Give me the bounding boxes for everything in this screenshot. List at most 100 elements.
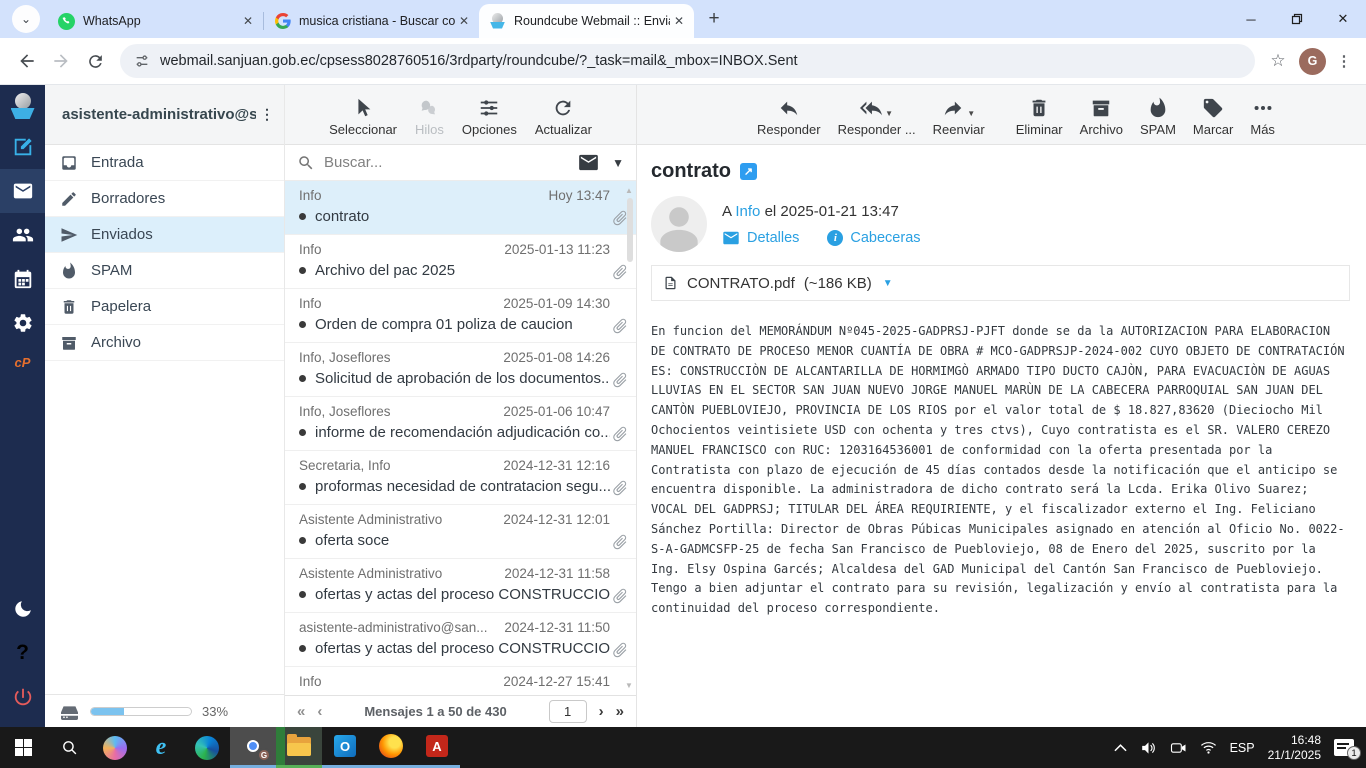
meet-now-icon[interactable] [1170, 741, 1187, 755]
url-field[interactable]: webmail.sanjuan.gob.ec/cpsess8028760516/… [120, 44, 1255, 78]
close-icon[interactable]: ✕ [239, 12, 257, 30]
help-button[interactable]: ? [0, 631, 45, 675]
message-row[interactable]: Info2024-12-27 15:41 [285, 667, 636, 695]
rail-settings-button[interactable] [0, 301, 45, 345]
tab-whatsapp[interactable]: WhatsApp ✕ [48, 4, 263, 38]
scroll-down-icon[interactable]: ▼ [625, 681, 633, 690]
acrobat-button[interactable]: A [414, 727, 460, 768]
headers-link[interactable]: i Cabeceras [827, 230, 920, 246]
message-row[interactable]: asistente-administrativo@san...2024-12-3… [285, 613, 636, 667]
refresh-button[interactable] [78, 44, 112, 78]
dark-mode-button[interactable] [0, 587, 45, 631]
reply-button[interactable]: Responder [749, 97, 829, 137]
select-button[interactable]: Seleccionar [321, 97, 405, 137]
taskbar-search-button[interactable] [46, 727, 92, 768]
cpanel-logo[interactable]: cP [15, 345, 31, 379]
sidebar-item-entrada[interactable]: Entrada [45, 145, 284, 181]
first-page-icon[interactable]: « [297, 703, 305, 720]
dropdown-caret-icon[interactable]: ▼ [967, 109, 975, 118]
notification-center-button[interactable]: 1 [1334, 739, 1354, 756]
refresh-list-button[interactable]: Actualizar [527, 97, 600, 137]
browser-menu-icon[interactable]: ⋮ [1332, 52, 1356, 70]
new-tab-button[interactable]: + [700, 5, 728, 33]
firefox-button[interactable] [368, 727, 414, 768]
delete-label: Eliminar [1016, 122, 1063, 137]
tab-search-button[interactable]: ⌄ [12, 5, 40, 33]
sidebar-item-archivo[interactable]: Archivo [45, 325, 284, 361]
last-page-icon[interactable]: » [616, 703, 624, 720]
select-label: Seleccionar [329, 122, 397, 137]
message-row[interactable]: Info, Joseflores2025-01-06 10:47 informe… [285, 397, 636, 451]
archive-button[interactable]: Archivo [1072, 97, 1131, 137]
logout-button[interactable] [0, 675, 45, 719]
whatsapp-icon [58, 13, 75, 30]
file-explorer-button[interactable] [276, 727, 322, 768]
language-indicator[interactable]: ESP [1230, 741, 1255, 755]
volume-icon[interactable] [1140, 741, 1157, 755]
delete-button[interactable]: Eliminar [1008, 97, 1071, 137]
close-icon[interactable]: ✕ [670, 12, 688, 30]
close-window-button[interactable]: ✕ [1320, 0, 1366, 38]
spam-button[interactable]: SPAM [1132, 97, 1184, 137]
message-row[interactable]: InfoHoy 13:47 contrato [285, 181, 636, 235]
message-row[interactable]: Info2025-01-13 11:23 Archivo del pac 202… [285, 235, 636, 289]
page-number-input[interactable] [549, 700, 587, 723]
sidebar-item-spam[interactable]: SPAM [45, 253, 284, 289]
chevron-down-icon: ⌄ [21, 12, 31, 26]
options-button[interactable]: Opciones [454, 97, 525, 137]
folder-label: Enviados [91, 226, 153, 243]
message-sender: Asistente Administrativo [299, 566, 442, 581]
tray-chevron-icon[interactable] [1114, 743, 1127, 752]
scrollbar-thumb[interactable] [627, 198, 633, 262]
bookmark-star-icon[interactable]: ☆ [1263, 51, 1293, 71]
rail-mail-button[interactable] [0, 169, 45, 213]
attachment-menu-caret-icon[interactable]: ▼ [883, 278, 893, 289]
minimize-button[interactable]: ─ [1228, 0, 1274, 38]
more-button[interactable]: Más [1242, 97, 1283, 137]
sidebar-item-enviados[interactable]: Enviados [45, 217, 284, 253]
message-row[interactable]: Secretaria, Info2024-12-31 12:16 proform… [285, 451, 636, 505]
tab-roundcube[interactable]: Roundcube Webmail :: Enviados ✕ [479, 4, 694, 38]
sidebar-item-borradores[interactable]: Borradores [45, 181, 284, 217]
tab-google-search[interactable]: musica cristiana - Buscar con G ✕ [264, 4, 479, 38]
wifi-icon[interactable] [1200, 741, 1217, 754]
search-input[interactable] [324, 154, 569, 171]
clock[interactable]: 16:48 21/1/2025 [1268, 733, 1321, 763]
threads-button[interactable]: Hilos [407, 97, 452, 137]
outlook-button[interactable]: O [322, 727, 368, 768]
rail-calendar-button[interactable] [0, 257, 45, 301]
close-icon[interactable]: ✕ [455, 12, 473, 30]
chrome-button[interactable]: G [230, 727, 276, 768]
profile-avatar[interactable]: G [1299, 48, 1326, 75]
back-button[interactable] [10, 44, 44, 78]
reply-all-button[interactable]: ▼ Responder ... [830, 97, 924, 137]
edge-button[interactable] [184, 727, 230, 768]
attachment-row[interactable]: CONTRATO.pdf (~186 KB) ▼ [651, 265, 1350, 301]
copilot-button[interactable] [92, 727, 138, 768]
start-button[interactable] [0, 727, 46, 768]
open-in-new-window-icon[interactable]: ↗ [740, 163, 757, 180]
rail-contacts-button[interactable] [0, 213, 45, 257]
next-page-icon[interactable]: › [599, 703, 604, 720]
account-menu-icon[interactable]: ⋮ [256, 106, 278, 123]
search-options-chevron-icon[interactable]: ▼ [612, 156, 624, 170]
list-scrollbar[interactable]: ▲ ▼ [623, 182, 636, 694]
recipient-link[interactable]: Info [735, 203, 760, 220]
restore-button[interactable] [1274, 0, 1320, 38]
message-row[interactable]: Asistente Administrativo2024-12-31 11:58… [285, 559, 636, 613]
prev-page-icon[interactable]: ‹ [317, 703, 322, 720]
message-row[interactable]: Info2025-01-09 14:30 Orden de compra 01 … [285, 289, 636, 343]
scroll-up-icon[interactable]: ▲ [625, 186, 633, 195]
message-row[interactable]: Info, Joseflores2025-01-08 14:26 Solicit… [285, 343, 636, 397]
site-settings-icon[interactable] [134, 53, 150, 69]
message-row[interactable]: Asistente Administrativo2024-12-31 12:01… [285, 505, 636, 559]
compose-button[interactable] [0, 125, 45, 169]
internet-explorer-button[interactable]: e [138, 727, 184, 768]
search-scope-icon[interactable] [578, 154, 599, 171]
sidebar-item-papelera[interactable]: Papelera [45, 289, 284, 325]
mark-button[interactable]: Marcar [1185, 97, 1241, 137]
dropdown-caret-icon[interactable]: ▼ [885, 109, 893, 118]
forward-button[interactable] [44, 44, 78, 78]
details-link[interactable]: Detalles [722, 230, 799, 246]
forward-button[interactable]: ▼ Reenviar [925, 97, 993, 137]
